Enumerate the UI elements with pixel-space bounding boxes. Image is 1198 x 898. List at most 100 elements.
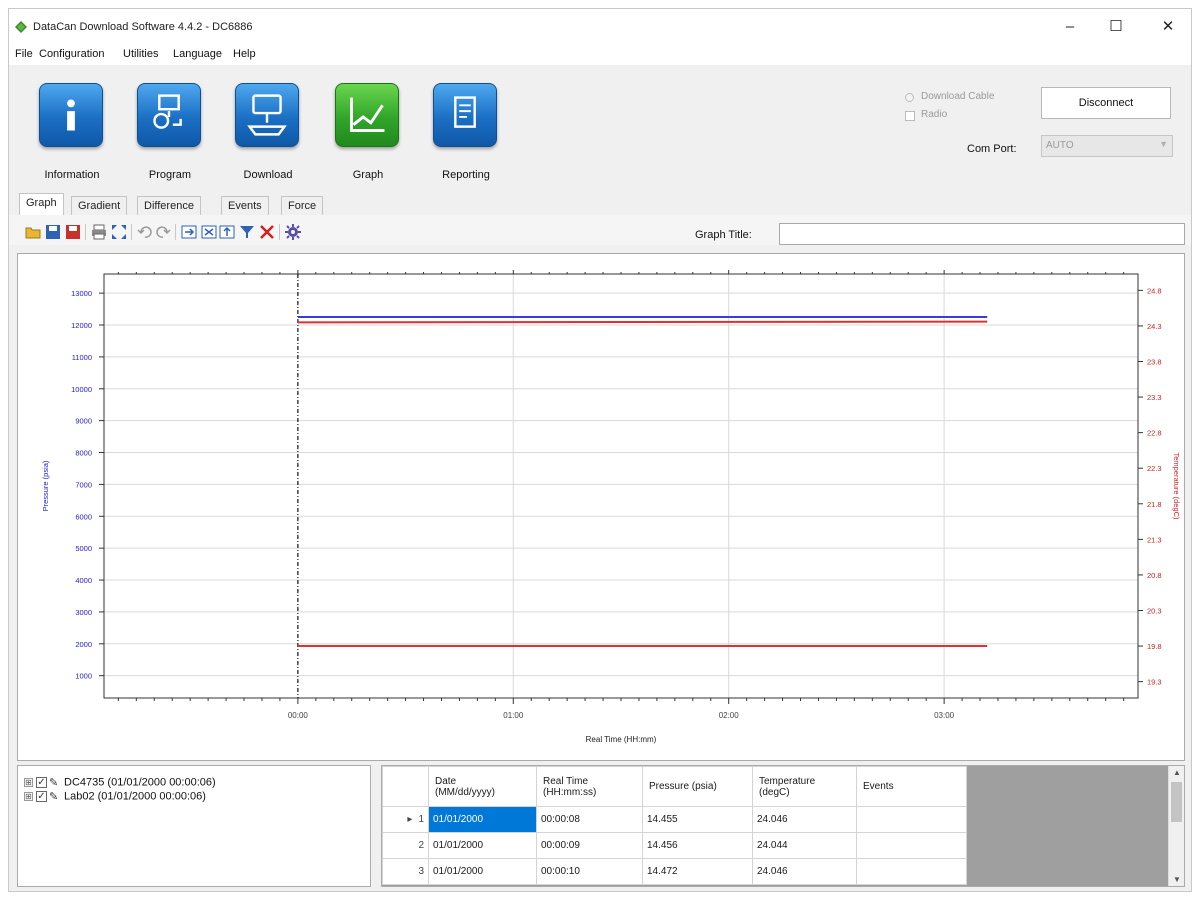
open-folder-icon[interactable]	[25, 224, 41, 240]
cell-time[interactable]: 00:00:08	[536, 806, 643, 833]
scroll-down-icon[interactable]: ▼	[1173, 875, 1181, 884]
close-button[interactable]: ✕	[1145, 13, 1191, 41]
download-label: Download	[243, 169, 293, 181]
download-cable-radio[interactable]	[905, 93, 914, 102]
menu-language[interactable]: Language	[173, 48, 222, 60]
tab-force[interactable]: Force	[281, 196, 324, 215]
menu-help[interactable]: Help	[233, 48, 256, 60]
data-grid[interactable]: Date (MM/dd/yyyy) Real Time (HH:mm:ss) P…	[381, 765, 1185, 887]
graph-toolbar: Graph Title:	[9, 215, 1191, 245]
graph-panel[interactable]: 00:00 01:00 02:00 03:00 13000 12000 11000 10000…	[17, 253, 1185, 761]
window-title: DataCan Download Software 4.4.2 - DC6886	[33, 21, 253, 33]
cell-events[interactable]	[856, 858, 967, 885]
table-row[interactable]: ▸ 1 01/01/2000 00:00:08 14.455 24.046	[382, 806, 967, 833]
graph-title-input[interactable]	[779, 223, 1185, 245]
y-right-axis-label: Temperature (degC)	[1172, 452, 1181, 520]
y-left-axis-label: Pressure (psia)	[41, 460, 50, 511]
cell-pressure[interactable]: 14.472	[642, 858, 753, 885]
cell-date[interactable]: 01/01/2000	[428, 858, 537, 885]
tree-item-lab02[interactable]: ⊞ ✓ ✎ Lab02 (01/01/2000 00:00:06)	[24, 790, 206, 804]
cell-time[interactable]: 00:00:09	[536, 832, 643, 859]
cell-date[interactable]: 01/01/2000	[428, 806, 537, 833]
app-window: DataCan Download Software 4.4.2 - DC6886…	[8, 8, 1192, 892]
tab-events[interactable]: Events	[221, 196, 269, 215]
pressure-temperature-chart[interactable]: 00:00 01:00 02:00 03:00 13000 12000 11000 10000…	[18, 254, 1184, 760]
com-port-select[interactable]: AUTO ▼	[1041, 135, 1173, 157]
information-button[interactable]	[39, 83, 103, 147]
print-icon[interactable]	[91, 224, 107, 240]
tab-gradient[interactable]: Gradient	[71, 196, 128, 215]
y-right-tick-label: 20.8	[1147, 571, 1162, 580]
fit-icon[interactable]	[111, 224, 127, 240]
table-row[interactable]: 2 01/01/2000 00:00:09 14.456 24.044	[382, 832, 967, 859]
tree-item-dc4735[interactable]: ⊞ ✓ ✎ DC4735 (01/01/2000 00:00:06)	[24, 776, 216, 790]
delete-icon[interactable]	[259, 224, 275, 240]
checkbox-checked-icon[interactable]: ✓	[36, 791, 47, 802]
cell-events[interactable]	[856, 832, 967, 859]
tab-graph[interactable]: Graph	[19, 193, 64, 215]
download-cable-label: Download Cable	[921, 91, 995, 102]
com-port-label: Com Port:	[967, 143, 1017, 155]
row-number: 2	[382, 832, 429, 859]
redo-icon[interactable]	[155, 224, 171, 240]
info-icon	[67, 99, 75, 131]
radio-checkbox[interactable]	[905, 111, 915, 121]
tab-strip: Graph Gradient Difference Events Force	[9, 193, 1191, 215]
column-header-date[interactable]: Date (MM/dd/yyyy)	[428, 766, 537, 807]
column-header-pressure[interactable]: Pressure (psia)	[642, 766, 753, 807]
disconnect-button[interactable]: Disconnect	[1041, 87, 1171, 119]
cell-temperature[interactable]: 24.044	[752, 832, 857, 859]
chart-gridlines	[104, 274, 1138, 698]
scrollbar-thumb[interactable]	[1171, 782, 1182, 822]
scroll-up-icon[interactable]: ▲	[1173, 768, 1181, 777]
menu-configuration[interactable]: Configuration	[39, 48, 104, 60]
download-button[interactable]	[235, 83, 299, 147]
pencil-icon: ✎	[49, 777, 59, 789]
export-icon[interactable]	[181, 224, 197, 240]
table-row[interactable]: 3 01/01/2000 00:00:10 14.472 24.046	[382, 858, 967, 885]
toolbar-separator	[131, 224, 132, 240]
column-header-time[interactable]: Real Time (HH:mm:ss)	[536, 766, 643, 807]
maximize-button[interactable]: ☐	[1093, 13, 1139, 41]
zoom-y-icon[interactable]	[219, 224, 235, 240]
x-tick-label: 03:00	[934, 711, 955, 720]
undo-icon[interactable]	[137, 224, 153, 240]
tree-item-label: Lab02 (01/01/2000 00:00:06)	[64, 790, 206, 803]
plot-frame	[103, 273, 1139, 699]
zoom-x-icon[interactable]	[201, 224, 217, 240]
graph-button[interactable]	[335, 83, 399, 147]
cell-events[interactable]	[856, 806, 967, 833]
program-button[interactable]	[137, 83, 201, 147]
minimize-button[interactable]: –	[1047, 13, 1093, 41]
file-tree[interactable]: ⊞ ✓ ✎ DC4735 (01/01/2000 00:00:06) ⊞ ✓ ✎ Lab02…	[17, 765, 371, 887]
settings-icon[interactable]	[285, 224, 301, 240]
menu-utilities[interactable]: Utilities	[123, 48, 158, 60]
cell-temperature[interactable]: 24.046	[752, 806, 857, 833]
y-left-tick-label: 10000	[71, 385, 92, 394]
grid-vertical-scrollbar[interactable]: ▲ ▼	[1168, 766, 1184, 886]
y-left-tick-label: 4000	[75, 576, 92, 585]
tab-difference[interactable]: Difference	[137, 196, 201, 215]
expand-icon[interactable]: ⊞	[24, 792, 33, 801]
cell-date[interactable]: 01/01/2000	[428, 832, 537, 859]
y-left-tick-label: 2000	[75, 640, 92, 649]
cell-pressure[interactable]: 14.456	[642, 832, 753, 859]
reporting-label: Reporting	[442, 169, 490, 181]
program-icon	[153, 94, 182, 129]
ribbon: Information Program Download Graph Repor…	[9, 65, 1191, 193]
cell-temperature[interactable]: 24.046	[752, 858, 857, 885]
column-header-temperature[interactable]: Temperature (degC)	[752, 766, 857, 807]
reporting-button[interactable]	[433, 83, 497, 147]
cell-time[interactable]: 00:00:10	[536, 858, 643, 885]
cell-pressure[interactable]: 14.455	[642, 806, 753, 833]
y-left-tick-label: 5000	[75, 544, 92, 553]
row-number: 3	[382, 858, 429, 885]
save-red-icon[interactable]	[65, 224, 81, 240]
column-header-events[interactable]: Events	[856, 766, 967, 807]
checkbox-checked-icon[interactable]: ✓	[36, 777, 47, 788]
expand-icon[interactable]: ⊞	[24, 778, 33, 787]
save-icon[interactable]	[45, 224, 61, 240]
filter-icon[interactable]	[239, 224, 255, 240]
graph-label: Graph	[352, 169, 384, 181]
menu-file[interactable]: File	[15, 48, 33, 60]
